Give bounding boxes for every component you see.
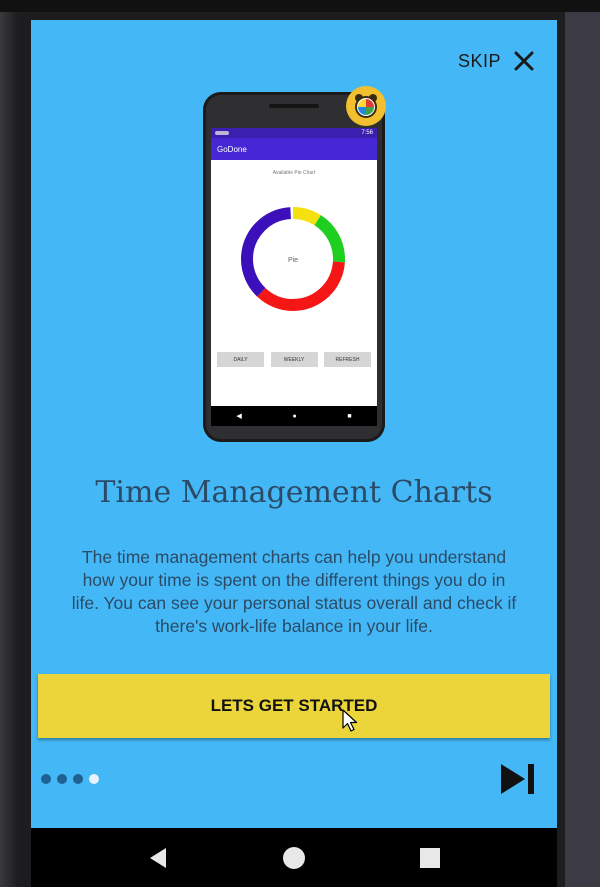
phone-illustration: 7:56 GoDone Available Pie Chart Pie DAIL… [203,92,385,442]
status-time: 7:56 [361,130,373,136]
device-top-bezel [0,0,600,12]
illustration-buttons: DAILY WEEKLY REFRESH [217,352,371,367]
illustration-nav-bar: ◀ ● ■ [211,406,377,426]
skip-label: SKIP [457,50,501,71]
pie-center-label: Pie [288,257,298,264]
get-started-button[interactable]: LETS GET STARTED [38,674,550,738]
page-dot-4[interactable] [89,774,99,784]
recents-icon[interactable] [419,847,441,869]
page-title: Time Management Charts [95,475,493,510]
skip-to-end-icon[interactable] [499,762,537,796]
alarm-clock-icon [346,86,386,126]
page-dot-1[interactable] [41,774,51,784]
illustration-button-daily: DAILY [217,352,264,367]
illustration-chart-caption: Available Pie Chart [272,170,316,176]
page-dot-3[interactable] [73,774,83,784]
page-dot-2[interactable] [57,774,67,784]
illustration-home-icon: ● [292,412,297,420]
phone-speaker [269,104,319,108]
alarm-clock-glyph [355,94,377,118]
illustration-app-title: GoDone [211,138,377,160]
illustration-back-icon: ◀ [236,413,242,420]
phone-illustration-screen: 7:56 GoDone Available Pie Chart Pie DAIL… [211,128,377,406]
back-icon[interactable] [147,846,169,870]
onboarding-screen: SKIP 7:56 GoDone Available Pie Chart Pie… [31,20,557,828]
illustration-recents-icon: ■ [347,412,352,420]
system-navigation-bar [31,828,557,887]
home-icon[interactable] [282,846,306,870]
page-description: The time management charts can help you … [71,547,517,636]
pie-ring-illustration: Pie [241,207,345,311]
page-indicator [41,774,99,784]
illustration-button-refresh: REFRESH [324,352,371,367]
mouse-cursor-icon [342,709,358,732]
status-icons [215,131,229,135]
skip-button[interactable]: SKIP [458,50,535,72]
illustration-button-weekly: WEEKLY [270,352,318,367]
illustration-status-bar: 7:56 [211,128,377,138]
close-icon [514,51,534,71]
background-right [565,0,600,887]
